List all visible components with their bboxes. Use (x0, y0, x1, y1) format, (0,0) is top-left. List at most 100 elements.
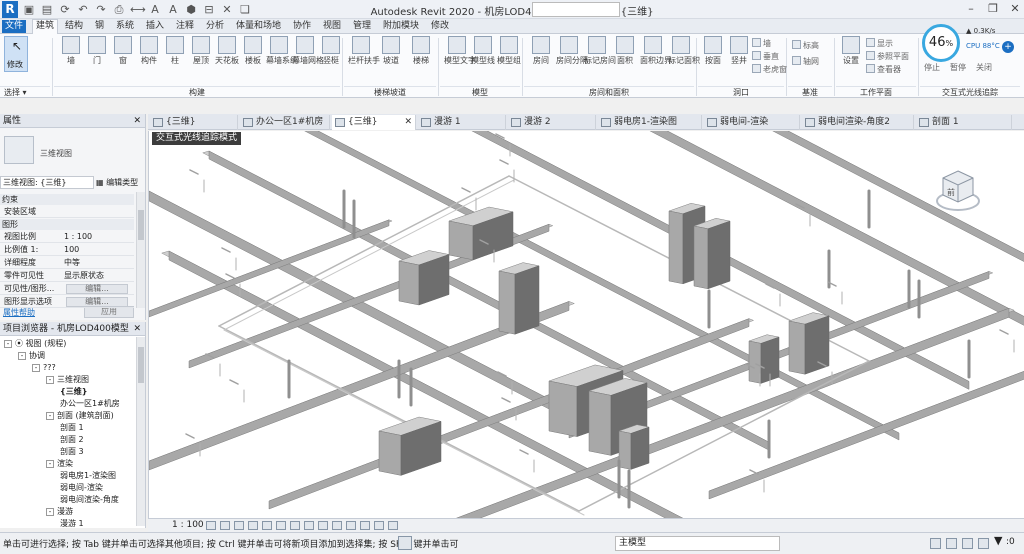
maximize-icon[interactable]: ❐ (986, 2, 1000, 16)
lock-3d-icon[interactable] (304, 521, 314, 530)
edit-property-button[interactable]: 编辑... (66, 284, 128, 294)
mep-model-scene[interactable] (149, 131, 1024, 518)
ahu-unit[interactable] (588, 390, 612, 456)
ribbon-tab-6[interactable]: 注释 (173, 20, 197, 33)
3d-viewport[interactable] (148, 131, 1024, 518)
temp-hide-icon[interactable] (318, 521, 328, 530)
design-options-icon[interactable] (946, 538, 957, 549)
ribbon-tab-11[interactable]: 管理 (350, 20, 374, 33)
highlight-icon[interactable] (374, 521, 384, 530)
worksharing-icon[interactable] (346, 521, 356, 530)
browser-node[interactable]: 剖面 2 (60, 434, 84, 446)
room-button-3[interactable]: 面积 (612, 36, 638, 66)
view-tab-1[interactable]: 办公一区1#机房 (240, 115, 330, 130)
ribbon-tab-10[interactable]: 视图 (320, 20, 344, 33)
circulation-button-0[interactable]: 栏杆扶手 (348, 36, 380, 66)
modify-button[interactable]: ↖ 修改 (4, 36, 28, 72)
ribbon-tab-12[interactable]: 附加模块 (380, 20, 422, 33)
view-tab-4[interactable]: 漫游 2 (508, 115, 596, 130)
fitting[interactable] (229, 379, 239, 385)
model-button-1[interactable]: 模型线 (470, 36, 496, 66)
ahu-unit[interactable] (398, 260, 420, 306)
collapse-toggle-icon[interactable]: - (46, 460, 54, 468)
fitting[interactable] (519, 449, 529, 455)
add-icon[interactable]: + (1002, 41, 1014, 53)
build-button-2[interactable]: 窗 (110, 36, 136, 66)
equipment-cabinet[interactable] (618, 430, 632, 470)
fitting[interactable] (221, 247, 231, 253)
opening-small-button-2[interactable]: 墙 (752, 38, 771, 49)
build-button-1[interactable]: 门 (84, 36, 110, 66)
fitting[interactable] (749, 469, 759, 475)
equipment-cabinet[interactable] (498, 270, 516, 335)
equipment-cabinet[interactable] (788, 320, 806, 375)
print-icon[interactable]: ⎙ (112, 3, 126, 16)
browser-node[interactable]: 办公一区1#机房 (60, 398, 120, 410)
browser-node[interactable]: - 协调 (18, 350, 45, 362)
view-tab-0[interactable]: {三维} (150, 115, 238, 130)
workplane-set-button[interactable]: 设置 (838, 36, 864, 66)
view-tab-7[interactable]: 弱电间渲染-角度2 (802, 115, 914, 130)
opening-small-button-4[interactable]: 老虎窗 (752, 64, 787, 75)
instance-selector[interactable]: 三维视图: {三维} (0, 176, 94, 189)
build-button-10[interactable]: 竖梃 (318, 36, 344, 66)
build-button-3[interactable]: 构件 (136, 36, 162, 66)
build-button-7[interactable]: 楼板 (240, 36, 266, 66)
room-button-5[interactable]: 标记面积 (668, 36, 700, 66)
editable-icon[interactable] (930, 538, 941, 549)
close-views-icon[interactable]: ✕ (220, 3, 234, 16)
analytical-icon[interactable] (360, 521, 370, 530)
visual-style-icon[interactable] (220, 521, 230, 530)
build-button-6[interactable]: 天花板 (214, 36, 240, 66)
build-button-9[interactable]: 幕墙网格 (292, 36, 324, 66)
opening-button-1[interactable]: 竖井 (726, 36, 752, 66)
ribbon-tab-8[interactable]: 体量和场地 (233, 20, 284, 33)
collapse-toggle-icon[interactable]: - (46, 508, 54, 516)
folder-open-icon[interactable]: ▣ (22, 3, 36, 16)
3d-view-icon[interactable]: ⬢ (184, 3, 198, 16)
browser-node[interactable]: - 漫游 (46, 506, 73, 518)
browser-node[interactable]: 漫游 1 (60, 518, 84, 530)
filter-icon[interactable]: ▼ (994, 534, 1002, 547)
browser-node[interactable]: 剖面 3 (60, 446, 84, 458)
browser-node[interactable]: - 三维视图 (46, 374, 89, 386)
workplane-small-button-2[interactable]: 参照平面 (866, 51, 909, 62)
active-workset-select[interactable]: 主模型 (615, 536, 780, 551)
fitting[interactable] (999, 329, 1009, 335)
save-icon[interactable]: ▤ (40, 3, 54, 16)
room-button-0[interactable]: 房间 (528, 36, 554, 66)
collapse-toggle-icon[interactable]: - (46, 412, 54, 420)
browser-node[interactable]: - ⦿ 视图 (规程) (4, 338, 66, 350)
ahu-unit[interactable] (448, 220, 474, 261)
model-button-0[interactable]: 模型文字 (444, 36, 476, 66)
close-tab-icon[interactable]: ✕ (404, 115, 412, 130)
edit-property-button[interactable]: 编辑... (66, 297, 128, 307)
select-panel-label[interactable]: 选择 ▾ (0, 86, 50, 98)
sun-path-icon[interactable] (234, 521, 244, 530)
equipment-cabinet[interactable] (668, 210, 684, 285)
workplane-small-button-1[interactable]: 显示 (866, 38, 893, 49)
room-button-4[interactable]: 面积边界 (640, 36, 672, 66)
fitting[interactable] (185, 433, 195, 439)
redo-icon[interactable]: ↷ (94, 3, 108, 16)
build-button-0[interactable]: 墙 (58, 36, 84, 66)
equipment-cabinet[interactable] (748, 340, 762, 384)
browser-node[interactable]: 弱电间渲染-角度 (60, 494, 119, 506)
show-crop-icon[interactable] (290, 521, 300, 530)
fitting[interactable] (189, 169, 199, 175)
switch-windows-icon[interactable]: ❏ (238, 3, 252, 16)
exhaust-duct[interactable] (208, 150, 770, 451)
section-icon[interactable]: ⊟ (202, 3, 216, 16)
workplane-small-button-3[interactable]: 查看器 (866, 64, 901, 75)
browser-node[interactable]: {三维} (60, 386, 87, 398)
viewcube[interactable]: 前 (935, 167, 981, 213)
browser-node[interactable]: 弱电间-渲染 (60, 482, 103, 494)
equipment-cabinet[interactable] (707, 220, 731, 290)
browser-node[interactable]: 弱电房1-渲染图 (60, 470, 116, 482)
search-input[interactable] (532, 2, 620, 17)
opening-button-0[interactable]: 按面 (700, 36, 726, 66)
properties-section-0[interactable]: 约束 (0, 194, 134, 205)
ribbon-tab-2[interactable]: 结构 (62, 20, 86, 33)
close-icon[interactable]: ✕ (133, 114, 141, 128)
browser-node[interactable]: -??? (32, 362, 56, 374)
